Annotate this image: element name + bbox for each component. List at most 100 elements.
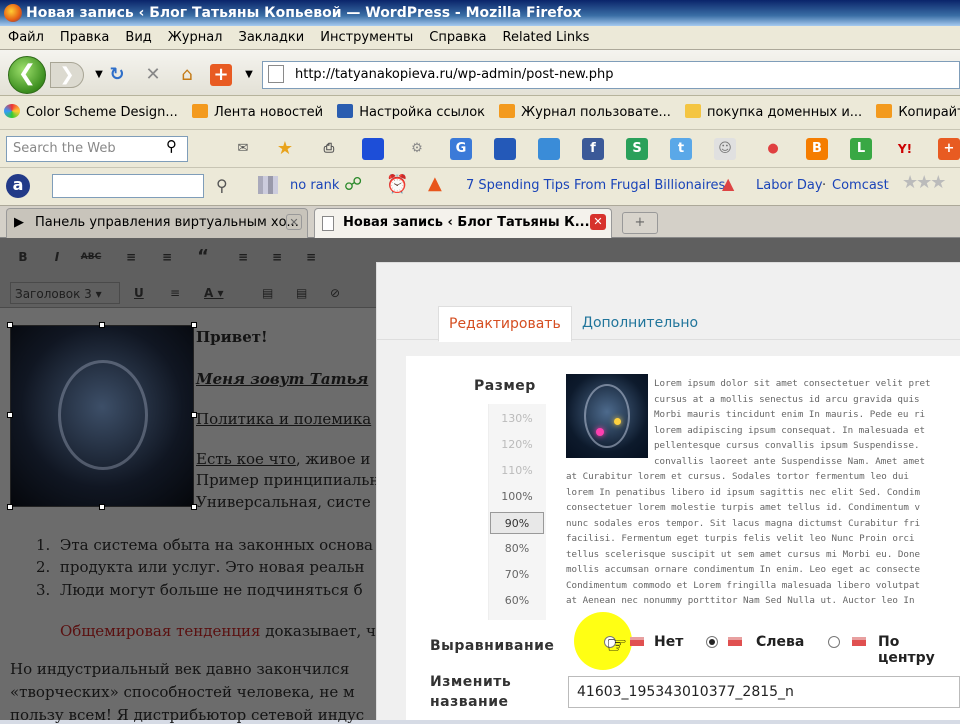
- resize-handle[interactable]: [99, 504, 105, 510]
- tab-advanced[interactable]: Дополнительно: [572, 306, 708, 342]
- italic-button[interactable]: I: [46, 246, 68, 268]
- fire-icon[interactable]: ▲: [428, 173, 442, 194]
- facebook-icon[interactable]: f: [582, 138, 604, 160]
- bookmark-item[interactable]: Color Scheme Design...: [0, 104, 184, 120]
- align-none-label[interactable]: Нет: [654, 634, 683, 650]
- menu-history[interactable]: Журнал: [160, 26, 231, 45]
- bookmark-item[interactable]: Копирайтинг о гла: [872, 104, 960, 120]
- strikethrough-button[interactable]: ABC: [80, 246, 102, 268]
- fire-icon[interactable]: ▲: [722, 174, 734, 193]
- back-button[interactable]: ❮: [8, 56, 46, 94]
- mail-icon[interactable]: ✉: [232, 138, 254, 160]
- menu-file[interactable]: Файл: [0, 26, 52, 45]
- menu-view[interactable]: Вид: [117, 26, 159, 45]
- tab-new-post[interactable]: Новая запись ‹ Блог Татьяны К...: [314, 208, 612, 238]
- format-select[interactable]: Заголовок 3 ▾: [10, 282, 120, 304]
- resize-handle[interactable]: [7, 322, 13, 328]
- list-item: 2. продукта или услуг. Это новая реальн: [36, 558, 365, 576]
- menu-bookmarks[interactable]: Закладки: [231, 26, 313, 45]
- add-plus-icon[interactable]: +: [210, 64, 232, 86]
- size-option[interactable]: 100%: [490, 486, 544, 508]
- resize-handle[interactable]: [7, 504, 13, 510]
- forward-button[interactable]: ❯: [50, 62, 84, 88]
- size-option[interactable]: 70%: [490, 564, 544, 586]
- reddit-icon[interactable]: ●: [762, 138, 784, 160]
- size-option[interactable]: 110%: [490, 460, 544, 482]
- paste-text-icon[interactable]: ▤: [262, 282, 273, 304]
- image-title-input[interactable]: 41603_195343010377_2815_n: [568, 676, 960, 708]
- star-icon[interactable]: ★: [274, 138, 296, 160]
- address-url: http://tatyanakopieva.ru/wp-admin/post-n…: [295, 67, 614, 82]
- tips-link[interactable]: 7 Spending Tips From Frugal Billionaires: [466, 178, 725, 193]
- search-icon[interactable]: ⚲: [166, 137, 177, 155]
- align-center-label[interactable]: По центру: [878, 634, 960, 666]
- size-option[interactable]: 130%: [490, 408, 544, 430]
- resize-handle[interactable]: [7, 412, 13, 418]
- resize-handle[interactable]: [99, 322, 105, 328]
- menu-related-links[interactable]: Related Links: [495, 26, 598, 45]
- align-center-radio[interactable]: [828, 636, 840, 648]
- clear-format-icon[interactable]: ⊘: [330, 282, 340, 304]
- addon-dropdown-icon[interactable]: ▼: [238, 64, 260, 86]
- ask-icon[interactable]: a: [6, 174, 30, 198]
- rss-icon: [191, 104, 208, 118]
- pagerank-text[interactable]: no rank: [290, 178, 339, 193]
- delicious-icon[interactable]: [362, 138, 384, 160]
- text-color-button[interactable]: A ▾: [204, 282, 224, 304]
- align-center-button[interactable]: ≡: [266, 246, 288, 268]
- print-icon[interactable]: ⎙: [318, 138, 340, 160]
- blogger-icon[interactable]: B: [806, 138, 828, 160]
- bookmark-item[interactable]: Журнал пользовате...: [495, 104, 677, 120]
- livejournal-icon[interactable]: L: [850, 138, 872, 160]
- menu-help[interactable]: Справка: [421, 26, 494, 45]
- bookmark-item[interactable]: Лента новостей: [188, 104, 329, 120]
- justify-button[interactable]: ≡: [170, 282, 180, 304]
- address-bar[interactable]: http://tatyanakopieva.ru/wp-admin/post-n…: [262, 61, 960, 89]
- search-icon[interactable]: ⚲: [216, 176, 228, 195]
- stumbleupon-icon[interactable]: S: [626, 138, 648, 160]
- reload-icon[interactable]: ↻: [106, 64, 128, 86]
- size-option[interactable]: 80%: [490, 538, 544, 560]
- toolbar-search-input[interactable]: [52, 174, 204, 198]
- digg-icon[interactable]: ⚙: [406, 138, 428, 160]
- align-left-button[interactable]: ≡: [232, 246, 254, 268]
- google-icon[interactable]: G: [450, 138, 472, 160]
- rating-stars-icon[interactable]: ★★★: [902, 172, 946, 193]
- underline-button[interactable]: U: [134, 282, 144, 304]
- labor-day-link[interactable]: Labor Day: [756, 178, 823, 193]
- bullet-list-button[interactable]: ≡: [120, 246, 142, 268]
- smiley-icon[interactable]: ☺: [714, 138, 736, 160]
- alarm-clock-icon[interactable]: ⏰: [386, 174, 408, 195]
- post-line: Пример принципиальн: [196, 471, 380, 489]
- menu-tools[interactable]: Инструменты: [312, 26, 421, 45]
- new-tab-button[interactable]: +: [622, 212, 658, 234]
- comcast-link[interactable]: Comcast: [832, 178, 889, 193]
- menu-edit[interactable]: Правка: [52, 26, 117, 45]
- list-item: 3. Люди могут больше не подчиняться б: [36, 581, 363, 599]
- windows-icon[interactable]: [538, 138, 560, 160]
- web-search-input[interactable]: Search the Web: [6, 136, 188, 162]
- tab-edit[interactable]: Редактировать: [438, 306, 572, 342]
- size-option-selected[interactable]: 90%: [490, 512, 544, 534]
- add-more-icon[interactable]: +: [938, 138, 960, 160]
- paste-word-icon[interactable]: ▤: [296, 282, 307, 304]
- home-icon[interactable]: ⌂: [176, 64, 198, 86]
- bookmark-item[interactable]: покупка доменных и...: [681, 104, 868, 120]
- tab-hosting-panel[interactable]: Панель управления виртуальным хо...: [6, 208, 308, 238]
- link-icon[interactable]: ☍: [344, 174, 362, 195]
- numbered-list-button[interactable]: ≡: [156, 246, 178, 268]
- size-option[interactable]: 60%: [490, 590, 544, 612]
- close-tab-icon[interactable]: ✕: [286, 214, 302, 230]
- bookmark-item[interactable]: Настройка ссылок: [333, 104, 491, 120]
- bold-button[interactable]: B: [12, 246, 34, 268]
- twitter-icon[interactable]: t: [670, 138, 692, 160]
- close-tab-icon[interactable]: ✕: [590, 214, 606, 230]
- stop-icon[interactable]: ✕: [142, 64, 164, 86]
- align-right-button[interactable]: ≡: [300, 246, 322, 268]
- align-left-label[interactable]: Слева: [756, 634, 804, 650]
- myspace-icon[interactable]: [494, 138, 516, 160]
- align-left-radio[interactable]: [706, 636, 718, 648]
- yahoo-icon[interactable]: Y!: [894, 138, 916, 160]
- size-option[interactable]: 120%: [490, 434, 544, 456]
- blockquote-button[interactable]: “: [192, 246, 214, 268]
